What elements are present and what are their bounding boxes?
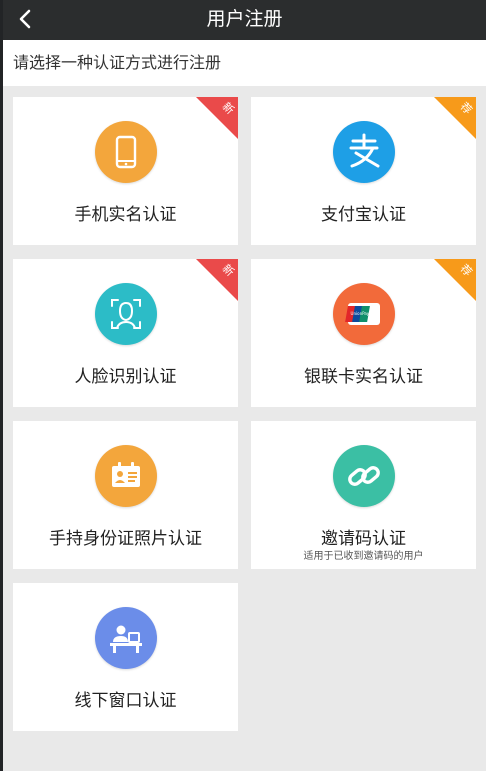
option-label: 邀请码认证 [321, 529, 406, 549]
option-label: 手机实名认证 [74, 205, 177, 225]
phone-icon [94, 121, 157, 183]
option-label: 人脸识别认证 [74, 367, 177, 387]
unionpay-card-text: UnionPay 银联 [350, 311, 379, 316]
option-card-unionpay[interactable]: UnionPay 银联 银联卡实名认证 荐 [251, 259, 476, 407]
title-bar: 用户注册 [3, 0, 486, 40]
option-card-face[interactable]: 人脸识别认证 新 [13, 259, 238, 407]
instruction-bar: 请选择一种认证方式进行注册 [3, 40, 486, 86]
option-card-invite-code[interactable]: 邀请码认证 适用于已收到邀请码的用户 [251, 421, 476, 569]
new-badge: 新 [196, 259, 238, 301]
option-label: 支付宝认证 [321, 205, 406, 225]
option-card-alipay[interactable]: 支付宝认证 荐 [251, 97, 476, 245]
id-card-icon [94, 445, 157, 507]
page-title: 用户注册 [206, 8, 283, 30]
option-label: 银联卡实名认证 [304, 367, 423, 387]
option-card-offline-counter[interactable]: 线下窗口认证 [13, 583, 238, 731]
instruction-text: 请选择一种认证方式进行注册 [13, 53, 222, 72]
face-scan-icon [94, 283, 157, 345]
option-sublabel: 适用于已收到邀请码的用户 [303, 551, 424, 562]
link-icon [332, 445, 395, 507]
option-label: 手持身份证照片认证 [49, 529, 202, 549]
option-card-phone[interactable]: 手机实名认证 新 [13, 97, 238, 245]
recommend-badge: 荐 [434, 259, 476, 301]
app-screen: 用户注册 请选择一种认证方式进行注册 手机实名认证 新 支付宝认证 荐 人脸识别… [3, 0, 486, 771]
recommend-badge: 荐 [434, 97, 476, 139]
unionpay-card-icon: UnionPay 银联 [332, 283, 395, 345]
new-badge: 新 [196, 97, 238, 139]
option-label: 线下窗口认证 [74, 691, 177, 711]
alipay-icon [332, 121, 395, 183]
option-card-id-photo[interactable]: 手持身份证照片认证 [13, 421, 238, 569]
service-counter-icon [94, 607, 157, 669]
